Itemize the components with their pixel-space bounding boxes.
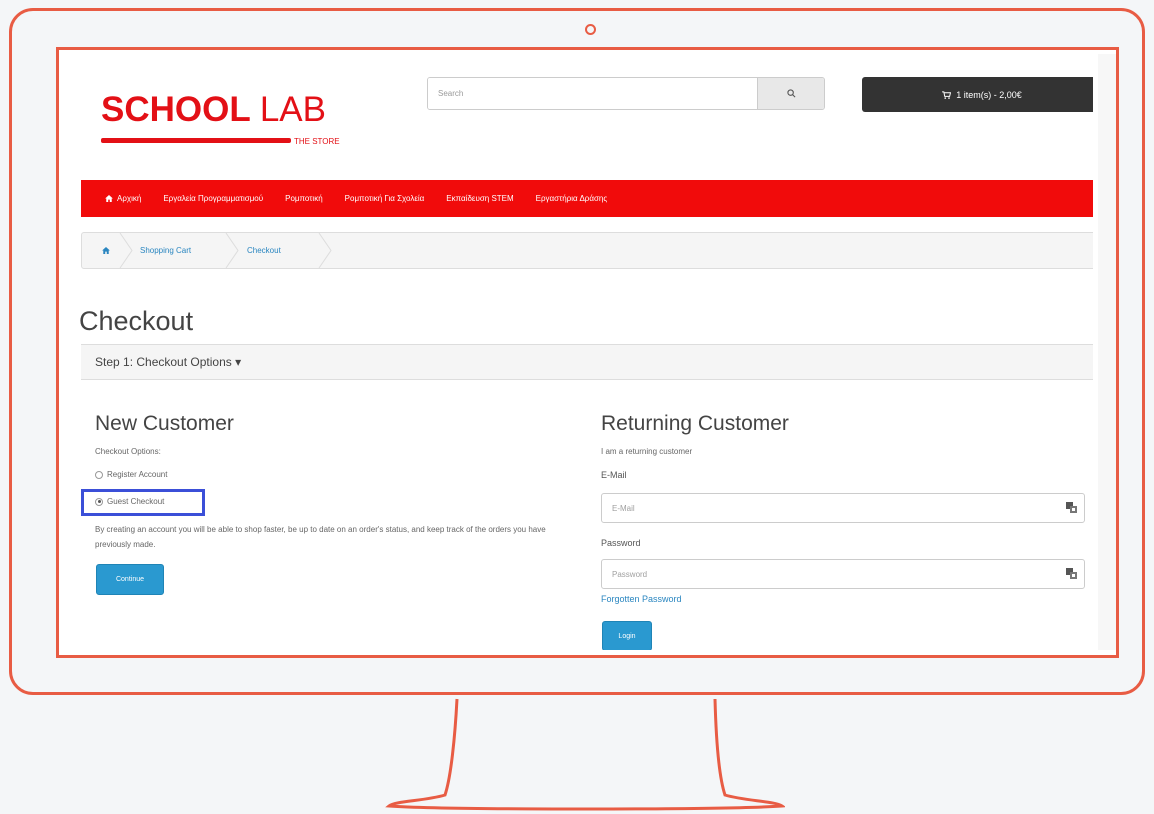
home-icon	[102, 247, 110, 254]
logo-subtitle: THE STORE	[294, 137, 340, 146]
breadcrumb-separator-icon	[318, 233, 332, 268]
cart-button[interactable]: 1 item(s) - 2,00€	[862, 77, 1093, 112]
nav-label: Ρομποτική	[285, 194, 323, 203]
main-nav: Αρχική Εργαλεία Προγραμματισμού Ρομποτικ…	[81, 180, 1093, 217]
nav-item-stem[interactable]: Εκπαίδευση STEM	[446, 194, 513, 203]
nav-item-programming-tools[interactable]: Εργαλεία Προγραμματισμού	[163, 194, 263, 203]
cart-total: 1 item(s) - 2,00€	[956, 89, 1022, 100]
cart-icon	[942, 90, 952, 99]
logo-thin: LAB	[259, 90, 326, 129]
email-label: E-Mail	[601, 470, 627, 480]
register-account-radio[interactable]	[95, 470, 103, 479]
register-account-option[interactable]: Register Account	[95, 470, 167, 479]
store-logo[interactable]: SCHOOL LAB THE STORE	[101, 90, 340, 146]
logo-bold: SCHOOL	[101, 90, 251, 129]
returning-customer-intro: I am a returning customer	[601, 447, 693, 456]
nav-label: Εργαλεία Προγραμματισμού	[163, 194, 264, 203]
breadcrumb: Shopping Cart Checkout	[81, 232, 1093, 269]
logo-text: SCHOOL LAB	[101, 90, 326, 130]
breadcrumb-separator-icon	[225, 233, 239, 268]
new-customer-heading: New Customer	[95, 412, 234, 435]
breadcrumb-home[interactable]	[102, 233, 110, 268]
search-icon	[786, 89, 795, 98]
search-input[interactable]	[428, 78, 758, 109]
camera-dot	[585, 24, 596, 35]
search-button[interactable]	[757, 78, 824, 109]
password-label: Password	[601, 538, 641, 548]
guest-checkout-highlight	[81, 489, 205, 516]
store-page: SCHOOL LAB THE STORE 1 item(s) - 2,00€	[65, 54, 1093, 650]
home-icon	[105, 195, 113, 202]
account-benefits-text: By creating an account you will be able …	[95, 525, 546, 549]
breadcrumb-shopping-cart[interactable]: Shopping Cart	[140, 233, 191, 268]
caret-down-icon: ▾	[235, 355, 242, 369]
step-1-heading[interactable]: Step 1: Checkout Options ▾	[81, 344, 1093, 380]
search-box	[427, 77, 825, 110]
autofill-icon[interactable]	[1066, 502, 1078, 514]
email-field	[601, 493, 1085, 523]
nav-label: Εκπαίδευση STEM	[446, 194, 514, 203]
nav-label: Ρομποτική Για Σχολεία	[344, 194, 425, 203]
password-field	[601, 559, 1085, 589]
monitor-screen: SCHOOL LAB THE STORE 1 item(s) - 2,00€	[56, 47, 1119, 658]
email-input[interactable]	[602, 494, 1042, 522]
forgotten-password-link[interactable]: Forgotten Password	[601, 594, 682, 604]
nav-item-robotics[interactable]: Ρομποτική	[285, 194, 323, 203]
login-button[interactable]: Login	[602, 621, 652, 650]
breadcrumb-separator-icon	[119, 233, 133, 268]
nav-item-workshops[interactable]: Εργαστήρια Δράσης	[536, 194, 608, 203]
nav-item-robotics-schools[interactable]: Ρομποτική Για Σχολεία	[345, 194, 425, 203]
checkout-options-label: Checkout Options:	[95, 447, 161, 456]
returning-customer-heading: Returning Customer	[601, 412, 789, 435]
step-heading-label: Step 1: Checkout Options	[95, 355, 232, 369]
autofill-icon[interactable]	[1066, 568, 1078, 580]
scrollbar[interactable]	[1098, 54, 1116, 650]
nav-label: Αρχική	[117, 194, 142, 203]
nav-item-home[interactable]: Αρχική	[105, 194, 141, 203]
page-title: Checkout	[79, 306, 194, 336]
monitor-stand	[385, 698, 785, 811]
logo-underline	[101, 138, 291, 143]
nav-label: Εργαστήρια Δράσης	[535, 194, 608, 203]
register-account-label: Register Account	[107, 470, 168, 479]
breadcrumb-checkout[interactable]: Checkout	[247, 233, 281, 268]
password-input[interactable]	[602, 560, 1042, 588]
continue-button[interactable]: Continue	[96, 564, 164, 595]
